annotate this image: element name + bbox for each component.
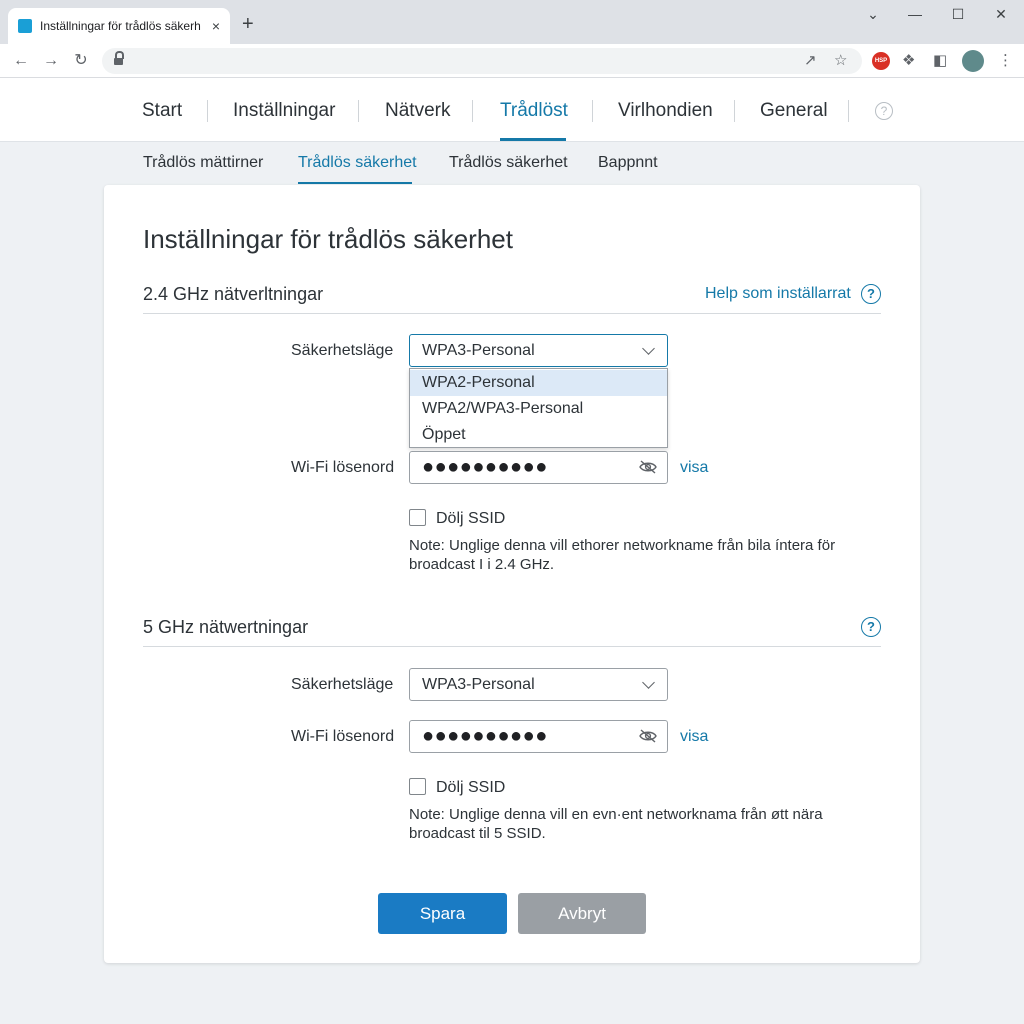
tab-close-icon[interactable]: × <box>212 18 220 34</box>
password-value: ●●●●●●●●●● <box>422 456 548 478</box>
wifi-password-label-24: Wi-Fi lösenord <box>291 459 395 476</box>
active-tab-indicator <box>500 138 566 141</box>
site-favicon-icon <box>18 19 32 33</box>
browser-toolbar: ← → ↻ ↗ ☆ HSP ❖ ◧ ⋮ <box>0 44 1024 78</box>
show-password-link-24[interactable]: visa <box>680 459 708 477</box>
security-mode-value: WPA3-Personal <box>422 342 535 359</box>
extension-icon[interactable]: HSP <box>872 52 890 70</box>
password-value: ●●●●●●●●●● <box>422 725 548 747</box>
hide-ssid-checkbox-5[interactable] <box>409 778 426 795</box>
hide-ssid-checkbox-24[interactable] <box>409 509 426 526</box>
security-mode-select-5[interactable]: WPA3-Personal <box>409 668 668 701</box>
reload-icon[interactable]: ↻ <box>70 50 92 72</box>
topnav-item-virlhondien[interactable]: Virlhondien <box>618 100 713 122</box>
section-divider <box>143 313 881 314</box>
topnav-item-natverk[interactable]: Nätverk <box>385 100 450 122</box>
chevron-down-icon <box>642 676 655 689</box>
page-title: Inställningar för trådlös säkerhet <box>143 224 513 254</box>
dropdown-option-wpa2-wpa3[interactable]: WPA2/WPA3-Personal <box>410 396 667 422</box>
nav-divider <box>848 100 849 122</box>
topnav-item-general[interactable]: General <box>760 100 828 122</box>
topnav-item-start[interactable]: Start <box>142 100 182 122</box>
note-line-24-1: Note: Unglige denna vill ethorer network… <box>409 537 836 554</box>
dropdown-option-wpa2[interactable]: WPA2-Personal <box>410 370 667 396</box>
eye-off-icon[interactable] <box>639 460 657 474</box>
section-title-24ghz: 2.4 GHz nätverltningar <box>143 284 324 304</box>
wifi-password-label-5: Wi-Fi lösenord <box>291 728 395 745</box>
note-line-24-2: broadcast I i 2.4 GHz. <box>409 556 555 573</box>
help-icon[interactable]: ? <box>861 617 881 637</box>
help-icon[interactable]: ? <box>875 102 893 120</box>
top-navigation: Start Inställningar Nätverk Trådlöst Vir… <box>0 78 1024 142</box>
profile-avatar[interactable] <box>962 50 984 72</box>
topnav-item-installningar[interactable]: Inställningar <box>233 100 335 122</box>
hide-ssid-label-5: Dölj SSID <box>436 779 506 796</box>
tab-search-icon[interactable]: ⌄ <box>858 6 888 26</box>
subnav-item-bappnnt[interactable]: Bappnnt <box>598 154 658 172</box>
tab-title: Inställningar för trådlös säkerh <box>40 19 201 33</box>
cancel-button[interactable]: Avbryt <box>518 893 646 934</box>
eye-off-icon[interactable] <box>639 729 657 743</box>
active-subtab-indicator <box>298 182 412 184</box>
chevron-down-icon <box>642 342 655 355</box>
nav-divider <box>592 100 593 122</box>
subnav-item-sakerhet[interactable]: Trådlös säkerhet <box>298 154 417 172</box>
forward-arrow-icon[interactable]: → <box>40 50 62 72</box>
maximize-button[interactable]: ☐ <box>943 6 973 26</box>
security-mode-label-5: Säkerhetsläge <box>291 676 394 693</box>
puzzle-extensions-icon[interactable]: ❖ <box>902 51 915 69</box>
help-link[interactable]: Help som inställarrat <box>705 285 851 303</box>
security-mode-select-24[interactable]: WPA3-Personal <box>409 334 668 367</box>
bookmark-star-icon[interactable]: ☆ <box>834 51 847 69</box>
save-button[interactable]: Spara <box>378 893 507 934</box>
subnav-item-matning[interactable]: Trådlös mättirner <box>143 154 263 172</box>
dropdown-option-open[interactable]: Öppet <box>410 422 667 448</box>
back-arrow-icon[interactable]: ← <box>10 50 32 72</box>
menu-kebab-icon[interactable]: ⋮ <box>998 51 1013 69</box>
topnav-item-tradlost[interactable]: Trådlöst <box>500 100 568 122</box>
hide-ssid-label-24: Dölj SSID <box>436 510 506 527</box>
help-icon[interactable]: ? <box>861 284 881 304</box>
nav-divider <box>207 100 208 122</box>
section-title-5ghz: 5 GHz nätwertningar <box>143 617 309 637</box>
address-bar[interactable]: ↗ ☆ <box>102 48 862 74</box>
side-panel-icon[interactable]: ◧ <box>933 51 947 69</box>
security-mode-dropdown: WPA2-Personal WPA2/WPA3-Personal Öppet <box>409 368 668 448</box>
subnav-item-sakerhet-2[interactable]: Trådlös säkerhet <box>449 154 568 172</box>
lock-icon <box>114 51 124 66</box>
security-mode-value: WPA3-Personal <box>422 676 535 693</box>
wifi-password-input-5[interactable]: ●●●●●●●●●● <box>409 720 668 753</box>
share-icon[interactable]: ↗ <box>804 51 817 69</box>
new-tab-button[interactable]: + <box>242 14 254 34</box>
section-divider <box>143 646 881 647</box>
note-line-5-2: broadcast til 5 SSID. <box>409 825 546 842</box>
browser-titlebar: Inställningar för trådlös säkerh × + ⌄ —… <box>0 0 1024 44</box>
close-window-button[interactable]: ✕ <box>986 6 1016 26</box>
browser-tab[interactable]: Inställningar för trådlös säkerh × <box>8 8 230 44</box>
nav-divider <box>472 100 473 122</box>
wifi-password-input-24[interactable]: ●●●●●●●●●● <box>409 451 668 484</box>
minimize-button[interactable]: — <box>900 6 930 26</box>
security-mode-label-24: Säkerhetsläge <box>291 342 394 359</box>
show-password-link-5[interactable]: visa <box>680 728 708 746</box>
nav-divider <box>734 100 735 122</box>
note-line-5-1: Note: Unglige denna vill en evn·ent netw… <box>409 806 823 823</box>
nav-divider <box>358 100 359 122</box>
